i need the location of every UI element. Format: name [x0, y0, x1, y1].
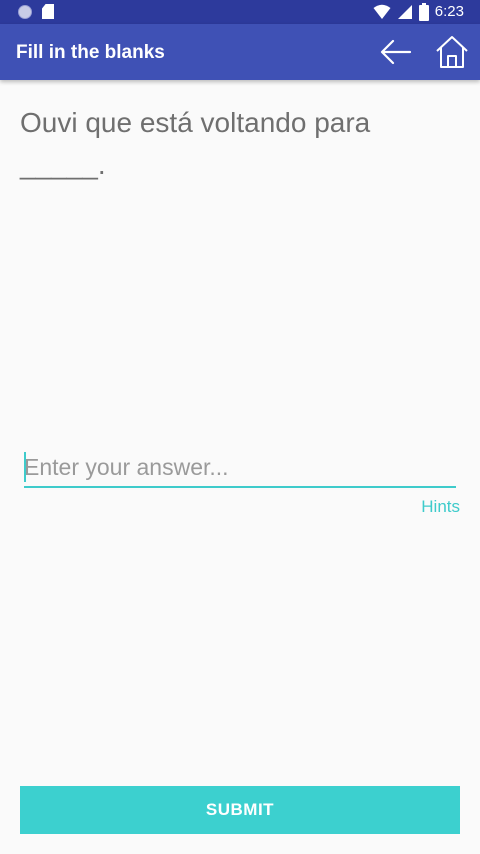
notification-dot-icon [18, 4, 32, 19]
status-time: 6:23 [434, 3, 464, 20]
home-icon[interactable] [434, 34, 470, 70]
wifi-icon [373, 4, 391, 19]
status-left-icons [18, 4, 54, 19]
text-cursor [24, 452, 26, 482]
battery-icon [418, 3, 429, 21]
question-text: Ouvi que está voltando para _____. [20, 107, 371, 180]
signal-icon [397, 5, 412, 19]
hints-link[interactable]: Hints [421, 497, 460, 517]
answer-input[interactable] [24, 448, 456, 488]
status-right-icons: 6:23 [373, 2, 464, 22]
back-arrow-icon[interactable] [378, 36, 414, 68]
answer-field-wrapper [24, 448, 456, 488]
app-title: Fill in the blanks [16, 42, 165, 63]
submit-button[interactable]: SUBMIT [20, 786, 460, 834]
status-bar: 6:23 [0, 0, 480, 24]
app-bar: Fill in the blanks [0, 24, 480, 80]
sd-card-icon [42, 4, 54, 19]
